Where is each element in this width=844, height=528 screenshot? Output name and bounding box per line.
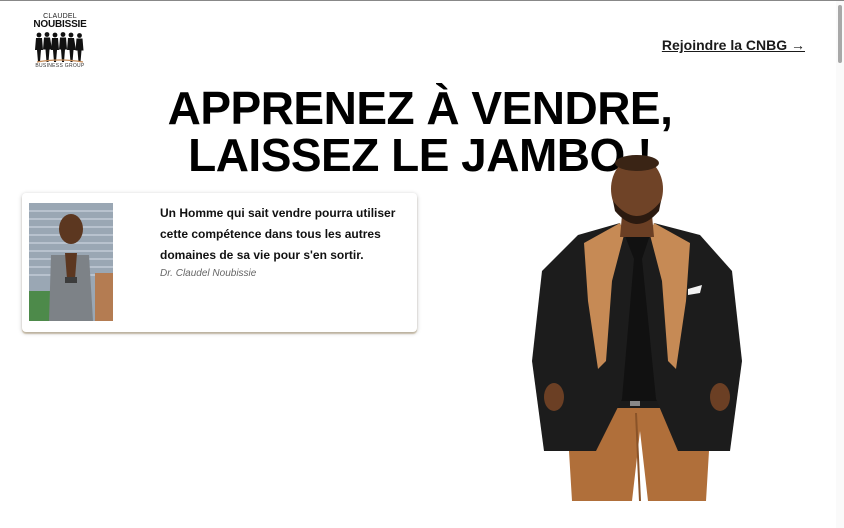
man-praying-hands-photo <box>29 203 113 321</box>
join-cnbg-link[interactable]: Rejoindre la CNBG → <box>662 37 805 53</box>
scrollbar-thumb[interactable] <box>838 5 842 63</box>
page-scrollbar[interactable] <box>836 1 844 528</box>
quote-card: Un Homme qui sait vendre pourra utiliser… <box>22 193 417 332</box>
headline-line-1: APPRENEZ À VENDRE, <box>167 82 673 134</box>
logo-name-text: NOUBISSIE <box>33 19 87 30</box>
quote-text: Un Homme qui sait vendre pourra utiliser… <box>160 206 396 262</box>
quote-author: Dr. Claudel Noubissie <box>160 268 257 279</box>
man-in-black-and-tan-blazer-photo <box>532 155 742 501</box>
logo-bottom-text: BUSINESS GROUP <box>35 63 85 69</box>
landing-page: CLAUDEL NOUBISSIE BUSINESS GROUP Rejoind… <box>0 0 844 528</box>
brand-logo[interactable]: CLAUDEL NOUBISSIE BUSINESS GROUP <box>30 13 90 71</box>
people-silhouettes-icon <box>35 32 84 63</box>
